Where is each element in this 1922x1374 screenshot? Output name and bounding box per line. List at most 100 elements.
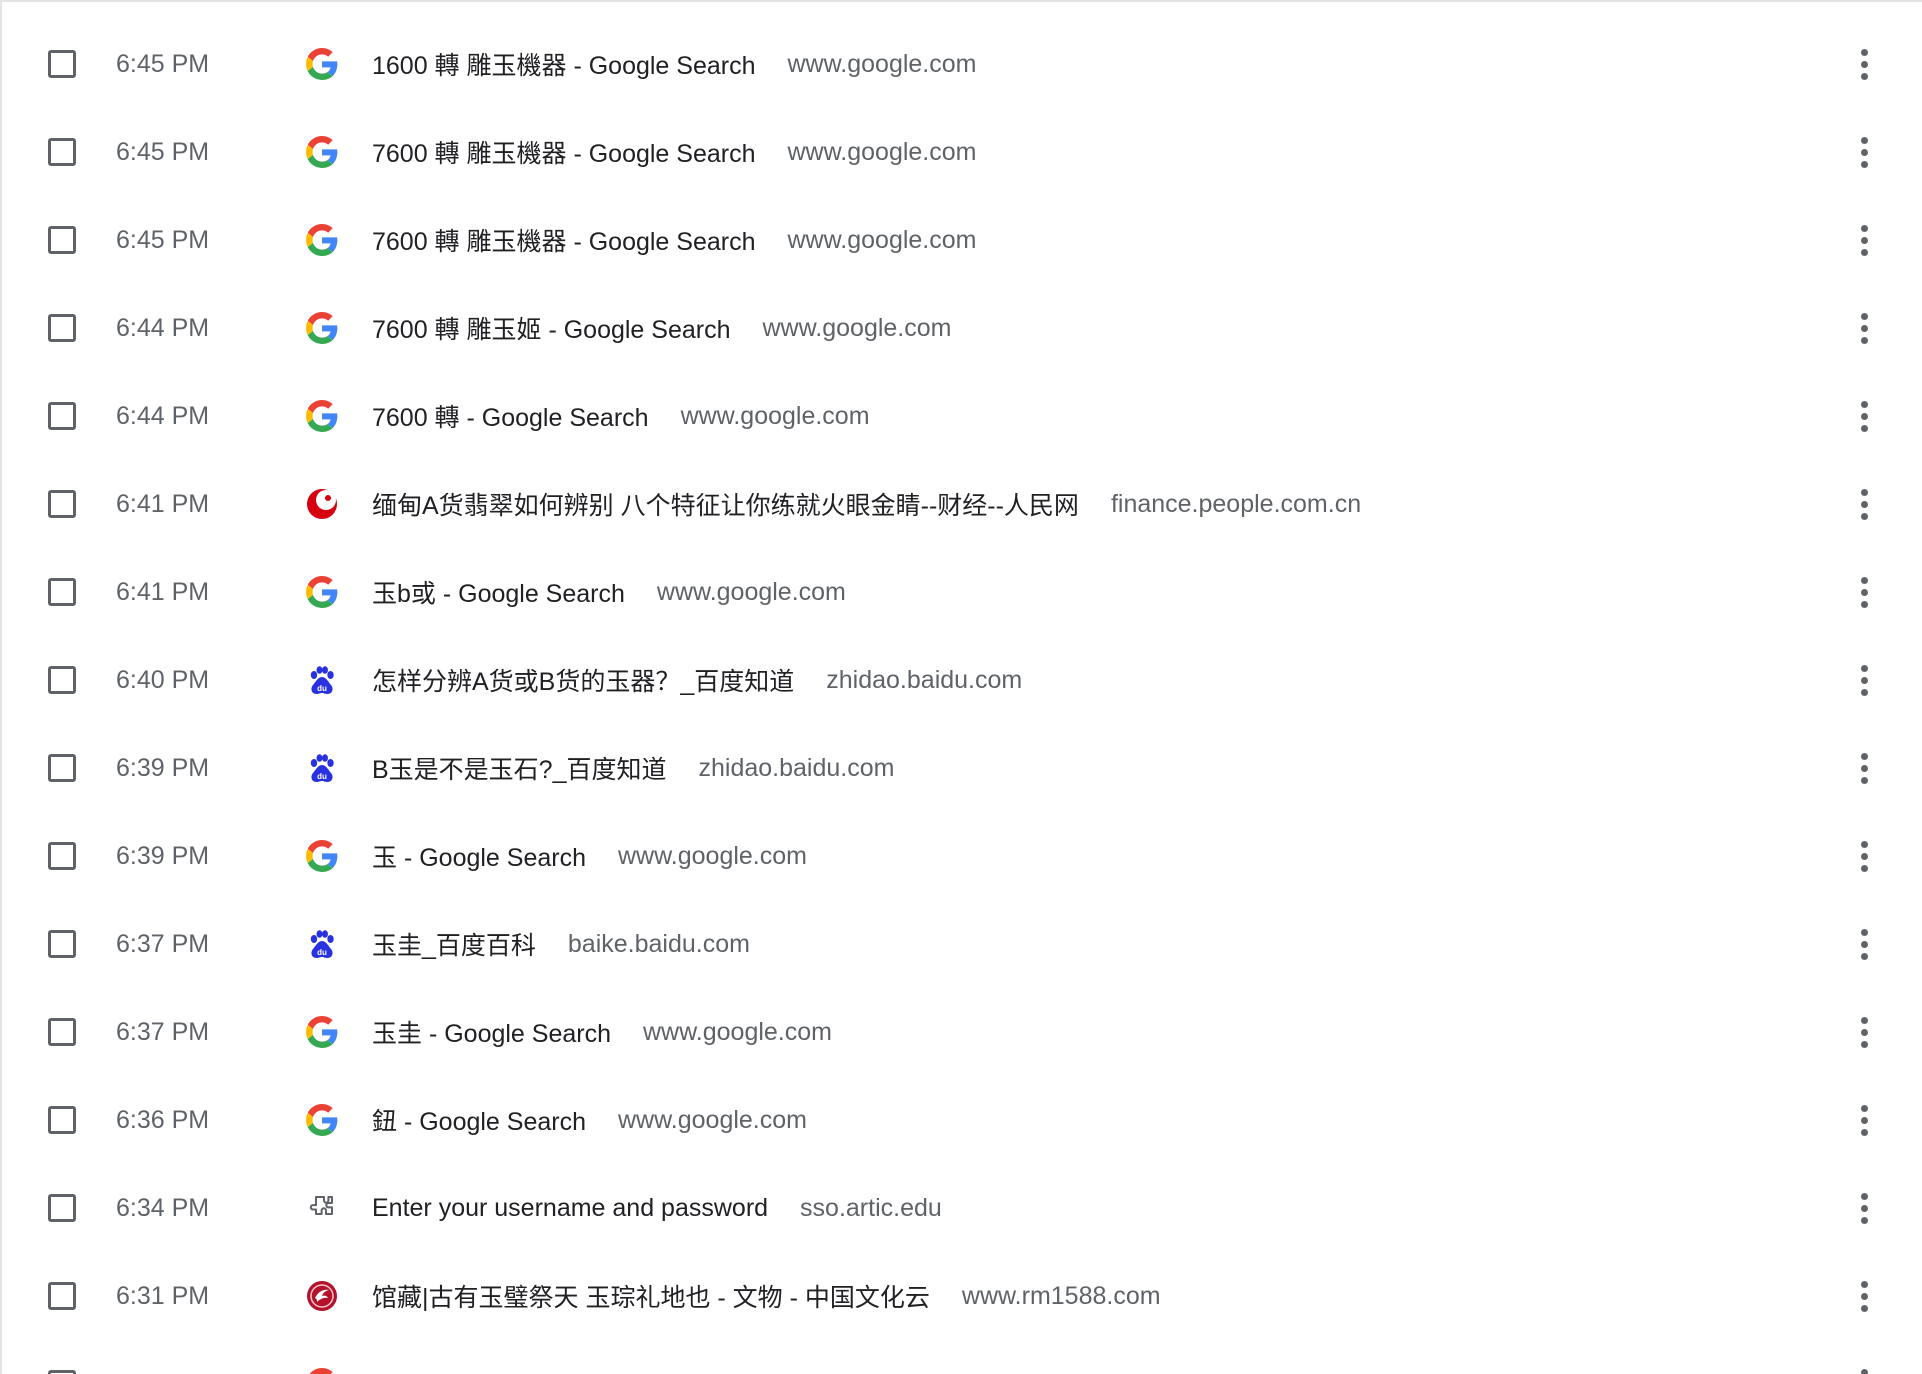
entry-link[interactable]: 鈕 - Google Search www.google.com <box>372 1102 807 1138</box>
entry-domain: www.google.com <box>787 49 977 78</box>
select-checkbox[interactable] <box>48 1018 76 1046</box>
select-checkbox[interactable] <box>48 1282 76 1310</box>
visit-time: 6:40 PM <box>116 666 210 694</box>
more-actions-icon[interactable] <box>1848 836 1880 876</box>
more-actions-icon[interactable] <box>1848 660 1880 700</box>
google-icon <box>306 48 338 80</box>
entry-domain: sso.artic.edu <box>800 1193 942 1222</box>
visit-time: 6:37 PM <box>116 930 210 958</box>
entry-domain: www.google.com <box>656 577 846 606</box>
entry-title: Enter your username and password <box>372 1193 769 1222</box>
people-daily-icon <box>306 488 338 520</box>
history-entry-row-2[interactable]: 6:45 PM 7600 轉 雕玉機器 - Google Search www.… <box>2 108 1922 196</box>
history-entry-row-16[interactable] <box>2 1340 1922 1374</box>
entry-link[interactable]: 7600 轉 雕玉機器 - Google Search www.google.c… <box>372 222 976 258</box>
entry-domain: www.google.com <box>762 313 952 342</box>
entry-title: 玉 - Google Search <box>372 844 586 872</box>
select-checkbox[interactable] <box>48 1106 76 1134</box>
select-checkbox[interactable] <box>48 314 76 342</box>
more-actions-icon[interactable] <box>1848 748 1880 788</box>
more-actions-icon[interactable] <box>1848 220 1880 260</box>
google-icon <box>306 1016 338 1048</box>
visit-time: 6:36 PM <box>116 1106 210 1134</box>
entry-domain: baike.baidu.com <box>567 929 750 958</box>
entry-title: 7600 轉 雕玉姬 - Google Search <box>372 316 731 344</box>
select-checkbox[interactable] <box>48 402 76 430</box>
google-icon <box>306 576 338 608</box>
select-checkbox[interactable] <box>48 666 76 694</box>
more-actions-icon[interactable] <box>1848 308 1880 348</box>
more-actions-icon[interactable] <box>1848 1364 1880 1374</box>
select-checkbox[interactable] <box>48 1370 76 1374</box>
entry-title: B玉是不是玉石?_百度知道 <box>372 756 667 784</box>
entry-link[interactable]: 7600 轉 - Google Search www.google.com <box>372 398 870 434</box>
history-entry-row-12[interactable]: 6:37 PM 玉圭 - Google Search www.google.co… <box>2 988 1922 1076</box>
visit-time: 6:41 PM <box>116 490 210 518</box>
google-icon <box>306 400 338 432</box>
history-entry-row-5[interactable]: 6:44 PM 7600 轉 - Google Search www.googl… <box>2 372 1922 460</box>
entry-domain: www.google.com <box>618 841 807 870</box>
entry-title: 玉圭_百度百科 <box>372 932 536 960</box>
more-actions-icon[interactable] <box>1848 572 1880 612</box>
visit-time: 6:45 PM <box>116 138 210 166</box>
entry-domain: zhidao.baidu.com <box>826 665 1023 694</box>
more-actions-icon[interactable] <box>1848 484 1880 524</box>
history-entry-row-7[interactable]: 6:41 PM 玉b或 - Google Search www.google.c… <box>2 548 1922 636</box>
history-entry-row-15[interactable]: 6:31 PM 馆藏|古有玉璧祭天 玉琮礼地也 - 文物 - 中国文化云 www… <box>2 1252 1922 1340</box>
select-checkbox[interactable] <box>48 578 76 606</box>
entry-link[interactable]: Enter your username and password sso.art… <box>372 1190 942 1226</box>
entry-link[interactable]: 7600 轉 雕玉機器 - Google Search www.google.c… <box>372 134 976 170</box>
entry-link[interactable] <box>372 1366 404 1374</box>
entry-title: 7600 轉 雕玉機器 - Google Search <box>372 140 756 168</box>
entry-link[interactable]: 玉圭_百度百科 baike.baidu.com <box>372 926 750 962</box>
history-entry-row-8[interactable]: 6:40 PM du 怎样分辨A货或B货的玉器？_百度知道 zhidao.bai… <box>2 636 1922 724</box>
visit-time: 6:45 PM <box>116 50 210 78</box>
entry-domain: www.google.com <box>787 137 977 166</box>
entry-link[interactable]: 玉 - Google Search www.google.com <box>372 838 807 874</box>
entry-link[interactable]: 7600 轉 雕玉姬 - Google Search www.google.co… <box>372 310 951 346</box>
entry-link[interactable]: 缅甸A货翡翠如何辨别 八个特征让你练就火眼金睛--财经--人民网 finance… <box>372 486 1361 522</box>
select-checkbox[interactable] <box>48 930 76 958</box>
select-checkbox[interactable] <box>48 490 76 518</box>
history-entry-row-13[interactable]: 6:36 PM 鈕 - Google Search www.google.com <box>2 1076 1922 1164</box>
more-actions-icon[interactable] <box>1848 44 1880 84</box>
more-actions-icon[interactable] <box>1848 132 1880 172</box>
entry-title: 鈕 - Google Search <box>372 1108 586 1136</box>
svg-text:du: du <box>317 948 327 957</box>
visit-time: 6:39 PM <box>116 754 210 782</box>
history-entry-row-10[interactable]: 6:39 PM 玉 - Google Search www.google.com <box>2 812 1922 900</box>
history-entry-row-3[interactable]: 6:45 PM 7600 轉 雕玉機器 - Google Search www.… <box>2 196 1922 284</box>
entry-link[interactable]: 1600 轉 雕玉機器 - Google Search www.google.c… <box>372 46 976 82</box>
history-entry-row-1[interactable]: 6:45 PM 1600 轉 雕玉機器 - Google Search www.… <box>2 20 1922 108</box>
entry-link[interactable]: 怎样分辨A货或B货的玉器？_百度知道 zhidao.baidu.com <box>372 662 1022 698</box>
more-actions-icon[interactable] <box>1848 1012 1880 1052</box>
select-checkbox[interactable] <box>48 226 76 254</box>
more-actions-icon[interactable] <box>1848 924 1880 964</box>
select-checkbox[interactable] <box>48 842 76 870</box>
history-entry-row-4[interactable]: 6:44 PM 7600 轉 雕玉姬 - Google Search www.g… <box>2 284 1922 372</box>
entry-domain: www.google.com <box>618 1105 807 1134</box>
select-checkbox[interactable] <box>48 138 76 166</box>
entry-link[interactable]: 玉圭 - Google Search www.google.com <box>372 1014 832 1050</box>
select-checkbox[interactable] <box>48 50 76 78</box>
entry-title: 7600 轉 雕玉機器 - Google Search <box>372 228 756 256</box>
history-entry-row-11[interactable]: 6:37 PM du 玉圭_百度百科 baike.baidu.com <box>2 900 1922 988</box>
entry-link[interactable]: 馆藏|古有玉璧祭天 玉琮礼地也 - 文物 - 中国文化云 www.rm1588.… <box>372 1278 1161 1314</box>
entry-link[interactable]: 玉b或 - Google Search www.google.com <box>372 574 846 610</box>
select-checkbox[interactable] <box>48 1194 76 1222</box>
more-actions-icon[interactable] <box>1848 1188 1880 1228</box>
entry-title: 玉圭 - Google Search <box>372 1020 611 1048</box>
more-actions-icon[interactable] <box>1848 1276 1880 1316</box>
history-entry-row-6[interactable]: 6:41 PM 缅甸A货翡翠如何辨别 八个特征让你练就火眼金睛--财经--人民网… <box>2 460 1922 548</box>
visit-time: 6:34 PM <box>116 1194 210 1222</box>
more-actions-icon[interactable] <box>1848 1100 1880 1140</box>
visit-time: 6:37 PM <box>116 1018 210 1046</box>
google-icon <box>306 312 338 344</box>
puzzle-icon <box>306 1192 338 1224</box>
more-actions-icon[interactable] <box>1848 396 1880 436</box>
history-entry-row-14[interactable]: 6:34 PM Enter your username and password… <box>2 1164 1922 1252</box>
history-entry-row-9[interactable]: 6:39 PM du B玉是不是玉石?_百度知道 zhidao.baidu.co… <box>2 724 1922 812</box>
entry-title: 馆藏|古有玉璧祭天 玉琮礼地也 - 文物 - 中国文化云 <box>372 1284 930 1312</box>
select-checkbox[interactable] <box>48 754 76 782</box>
entry-link[interactable]: B玉是不是玉石?_百度知道 zhidao.baidu.com <box>372 750 894 786</box>
